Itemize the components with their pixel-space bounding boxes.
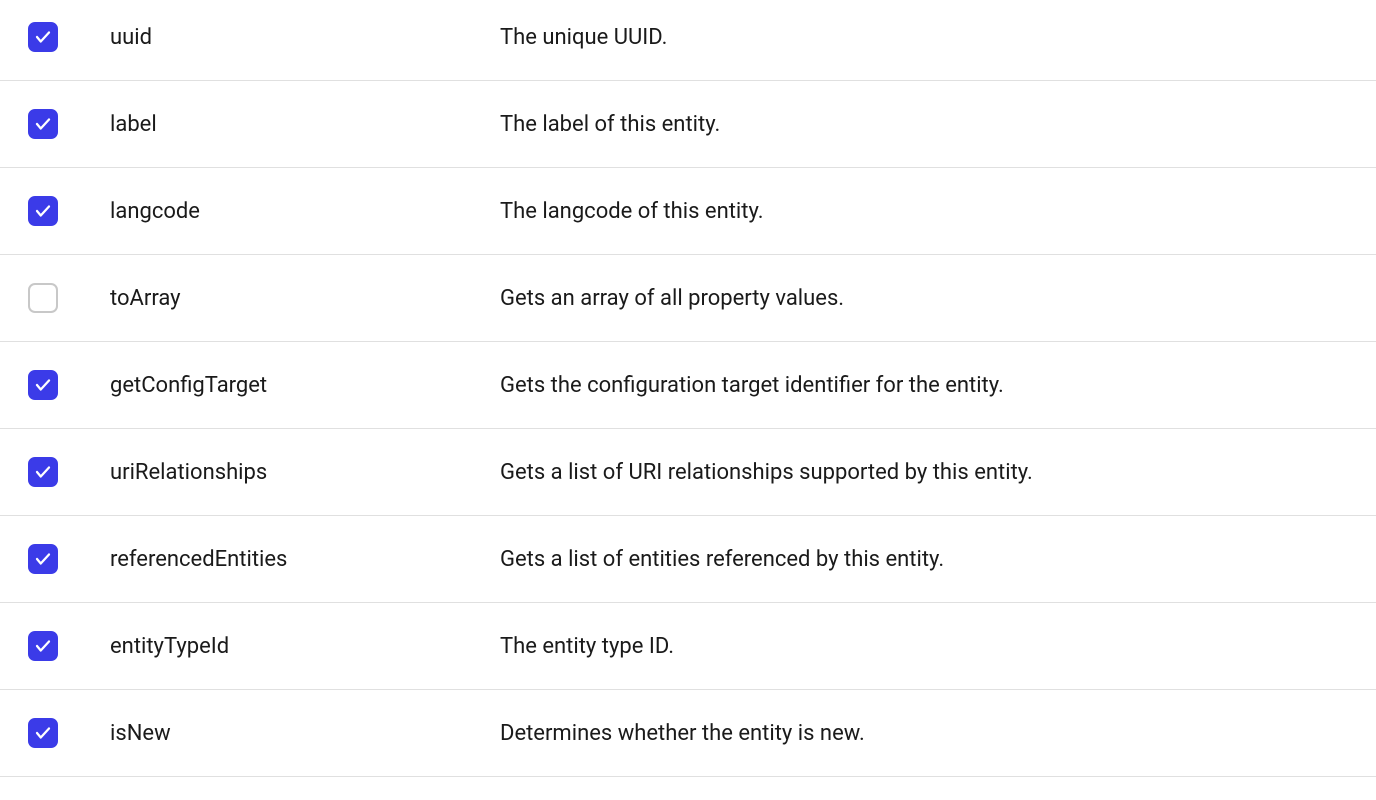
- check-icon: [34, 28, 52, 46]
- checkbox-getconfigtarget[interactable]: [28, 370, 58, 400]
- check-icon: [34, 724, 52, 742]
- property-description: Gets the configuration target identifier…: [500, 373, 1376, 398]
- checkbox-toarray[interactable]: [28, 283, 58, 313]
- table-row: toArray Gets an array of all property va…: [0, 255, 1376, 342]
- checkbox-urirelationships[interactable]: [28, 457, 58, 487]
- checkbox-cell: [0, 370, 110, 400]
- checkbox-cell: [0, 631, 110, 661]
- property-name: entityTypeId: [110, 634, 500, 659]
- property-name: isNew: [110, 721, 500, 746]
- table-row: isNew Determines whether the entity is n…: [0, 690, 1376, 777]
- check-icon: [34, 637, 52, 655]
- property-description: Determines whether the entity is new.: [500, 721, 1376, 746]
- property-name: uriRelationships: [110, 460, 500, 485]
- property-description: The unique UUID.: [500, 25, 1376, 50]
- check-icon: [34, 202, 52, 220]
- checkbox-cell: [0, 109, 110, 139]
- property-name: referencedEntities: [110, 547, 500, 572]
- checkbox-entitytypeid[interactable]: [28, 631, 58, 661]
- checkbox-uuid[interactable]: [28, 22, 58, 52]
- property-name: label: [110, 112, 500, 137]
- property-name: uuid: [110, 25, 500, 50]
- property-description: Gets an array of all property values.: [500, 286, 1376, 311]
- table-row: langcode The langcode of this entity.: [0, 168, 1376, 255]
- checkbox-cell: [0, 22, 110, 52]
- table-row: label The label of this entity.: [0, 81, 1376, 168]
- property-description: Gets a list of entities referenced by th…: [500, 547, 1376, 572]
- checkbox-cell: [0, 283, 110, 313]
- check-icon: [34, 115, 52, 133]
- table-row: entityTypeId The entity type ID.: [0, 603, 1376, 690]
- checkbox-referencedentities[interactable]: [28, 544, 58, 574]
- checkbox-cell: [0, 196, 110, 226]
- checkbox-cell: [0, 718, 110, 748]
- checkbox-cell: [0, 544, 110, 574]
- property-description: Gets a list of URI relationships support…: [500, 460, 1376, 485]
- checkbox-cell: [0, 457, 110, 487]
- property-description: The label of this entity.: [500, 112, 1376, 137]
- property-name: getConfigTarget: [110, 373, 500, 398]
- table-row: uuid The unique UUID.: [0, 0, 1376, 81]
- table-row: referencedEntities Gets a list of entiti…: [0, 516, 1376, 603]
- check-icon: [34, 376, 52, 394]
- property-name: toArray: [110, 286, 500, 311]
- property-description: The langcode of this entity.: [500, 199, 1376, 224]
- property-name: langcode: [110, 199, 500, 224]
- table-row: uriRelationships Gets a list of URI rela…: [0, 429, 1376, 516]
- checkbox-isnew[interactable]: [28, 718, 58, 748]
- checkbox-langcode[interactable]: [28, 196, 58, 226]
- check-icon: [34, 550, 52, 568]
- property-description: The entity type ID.: [500, 634, 1376, 659]
- table-row: getConfigTarget Gets the configuration t…: [0, 342, 1376, 429]
- check-icon: [34, 463, 52, 481]
- properties-table: uuid The unique UUID. label The label of…: [0, 0, 1376, 777]
- checkbox-label[interactable]: [28, 109, 58, 139]
